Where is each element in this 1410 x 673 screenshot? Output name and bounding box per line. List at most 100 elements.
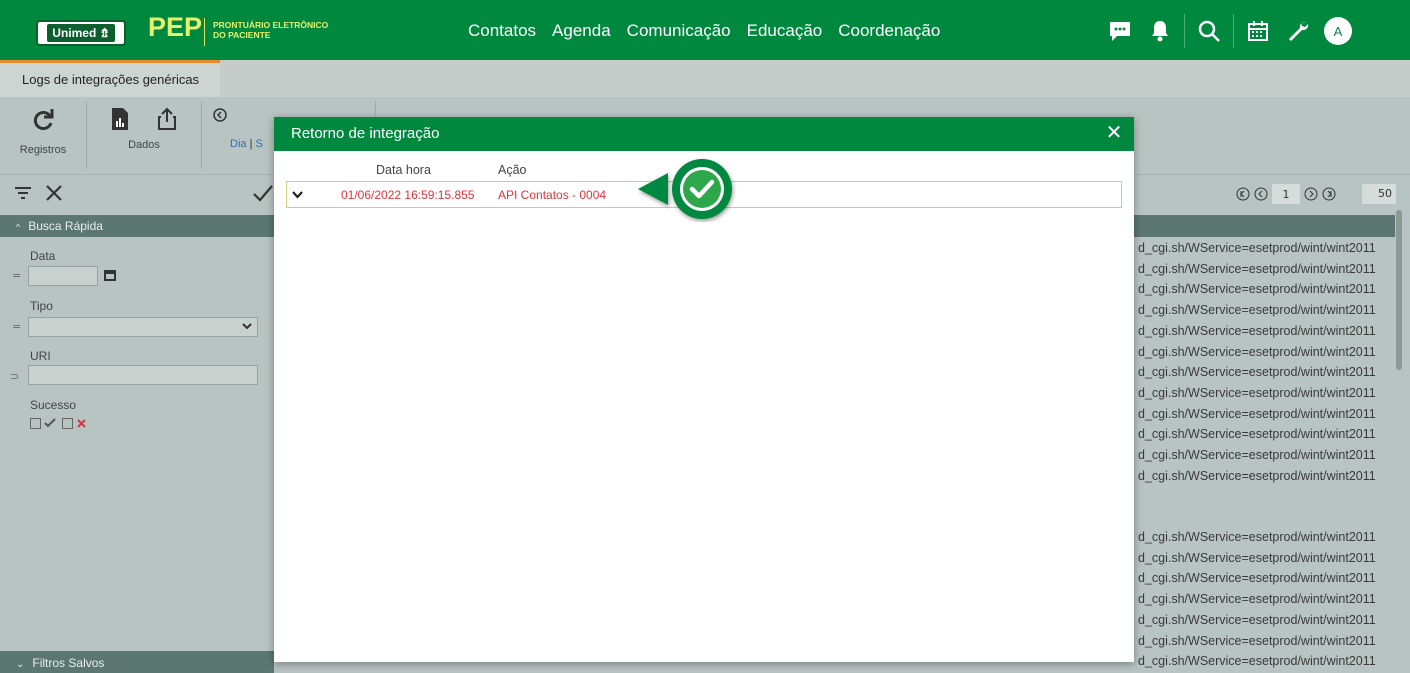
main-nav: Contatos Agenda Comunicação Educação Coo… [468, 21, 940, 41]
tipo-operator[interactable]: = [12, 320, 21, 333]
uri-cell: d_cgi.sh/WService=esetprod/wint/wint2011 [1138, 385, 1376, 400]
unimed-logo-text: Unimed ⇯ [47, 24, 115, 42]
uri-cell: d_cgi.sh/WService=esetprod/wint/wint2011 [1138, 654, 1376, 669]
chevron-down-icon: ⌄ [16, 659, 25, 670]
period-group: Dia | S [212, 107, 274, 150]
nav-contatos[interactable]: Contatos [468, 21, 536, 41]
tab-logs-integracoes[interactable]: Logs de integrações genéricas [0, 60, 220, 97]
grid-scrollbar[interactable] [1396, 210, 1402, 370]
uri-label: URI [30, 349, 51, 363]
toolbar-divider [201, 101, 202, 169]
calendar-picker-icon[interactable] [103, 268, 117, 285]
toolbar-divider [86, 101, 87, 169]
x-icon [77, 418, 86, 428]
uri-cell: d_cgi.sh/WService=esetprod/wint/wint2011 [1138, 406, 1376, 421]
nav-agenda[interactable]: Agenda [552, 21, 611, 41]
uri-cell: d_cgi.sh/WService=esetprod/wint/wint2011 [1138, 592, 1376, 607]
tipo-label: Tipo [30, 299, 53, 313]
success-callout [632, 156, 740, 222]
last-page-icon[interactable] [1322, 187, 1336, 201]
icon-divider [1184, 14, 1185, 48]
clear-filter-icon[interactable] [44, 183, 64, 206]
check-icon [44, 418, 56, 428]
col-header-action[interactable]: Ação [498, 163, 527, 177]
saved-filters-header[interactable]: ⌄ Filtros Salvos [0, 651, 274, 673]
filter-icon[interactable] [14, 185, 32, 204]
wrench-icon[interactable] [1281, 14, 1315, 48]
top-icon-bar: A [1100, 14, 1358, 48]
app-name: PEP [148, 12, 203, 42]
registros-label: Registros [19, 144, 67, 156]
uri-input[interactable] [28, 365, 258, 385]
first-page-icon[interactable] [1236, 187, 1250, 201]
tipo-select[interactable] [28, 317, 258, 337]
period-dia[interactable]: Dia [230, 138, 247, 150]
data-input[interactable] [28, 266, 98, 286]
pager: 1 [1236, 184, 1336, 204]
icon-divider [1233, 14, 1234, 48]
uri-cell: d_cgi.sh/WService=esetprod/wint/wint2011 [1138, 241, 1376, 255]
uri-cell: d_cgi.sh/WService=esetprod/wint/wint2011 [1138, 323, 1376, 338]
sucesso-label: Sucesso [30, 398, 77, 412]
uri-cell: d_cgi.sh/WService=esetprod/wint/wint2011 [1138, 344, 1376, 359]
spreadsheet-icon[interactable] [110, 107, 130, 131]
per-page-select[interactable]: 50 [1362, 184, 1396, 204]
uri-cell: d_cgi.sh/WService=esetprod/wint/wint2011 [1138, 427, 1376, 442]
page-number[interactable]: 1 [1272, 184, 1300, 204]
chevron-down-icon[interactable] [292, 189, 303, 203]
top-navbar: Unimed ⇯ PEP PRONTUÁRIO ELETRÔNICO DO PA… [0, 0, 1410, 60]
uri-cell: d_cgi.sh/WService=esetprod/wint/wint2011 [1138, 612, 1376, 627]
search-icon[interactable] [1192, 14, 1226, 48]
row-action: API Contatos - 0004 [498, 188, 607, 202]
data-label: Data [30, 249, 56, 263]
sucesso-options [30, 417, 87, 429]
user-avatar[interactable]: A [1321, 14, 1355, 48]
check-circle-icon [638, 159, 732, 219]
uri-cell: d_cgi.sh/WService=esetprod/wint/wint2011 [1138, 303, 1376, 318]
app-subtitle: PRONTUÁRIO ELETRÔNICO DO PACIENTE [213, 20, 329, 40]
unimed-logo[interactable]: Unimed ⇯ [36, 20, 126, 46]
tab-row: Logs de integrações genéricas [0, 60, 1410, 97]
calendar-icon[interactable] [1241, 14, 1275, 48]
nav-coordenacao[interactable]: Coordenação [838, 21, 940, 41]
chat-icon[interactable] [1103, 14, 1137, 48]
clock-icon[interactable] [212, 107, 228, 123]
uri-cell: d_cgi.sh/WService=esetprod/wint/wint2011 [1138, 550, 1376, 565]
dados-label: Dados [128, 139, 160, 151]
uri-cell: d_cgi.sh/WService=esetprod/wint/wint2011 [1138, 530, 1376, 544]
uri-cell: d_cgi.sh/WService=esetprod/wint/wint2011 [1138, 261, 1376, 276]
uri-cell: d_cgi.sh/WService=esetprod/wint/wint2011 [1138, 448, 1376, 462]
modal-header: Retorno de integração ✕ [274, 117, 1134, 151]
export-icon[interactable] [156, 107, 178, 131]
registros-button[interactable]: Registros [14, 107, 72, 156]
row-datetime: 01/06/2022 16:59:15.855 [341, 188, 475, 202]
close-icon[interactable]: ✕ [1102, 121, 1126, 145]
uri-cell: d_cgi.sh/WService=esetprod/wint/wint2011 [1138, 282, 1376, 297]
chevron-up-icon: ^ [16, 222, 21, 232]
failure-checkbox[interactable] [62, 417, 73, 429]
uri-cell: d_cgi.sh/WService=esetprod/wint/wint2011 [1138, 468, 1376, 483]
next-page-icon[interactable] [1304, 187, 1318, 201]
quick-search-header[interactable]: ^ Busca Rápida [0, 215, 274, 237]
uri-cell: d_cgi.sh/WService=esetprod/wint/wint2011 [1138, 571, 1376, 586]
prev-page-icon[interactable] [1254, 187, 1268, 201]
avatar-letter: A [1324, 17, 1352, 45]
success-checkbox[interactable] [30, 417, 41, 429]
nav-comunicacao[interactable]: Comunicação [627, 21, 731, 41]
filter-panel: ^ Busca Rápida Data = Tipo = URI ⊃ Sucess… [0, 215, 274, 673]
chevron-down-icon [242, 320, 252, 334]
col-header-datetime[interactable]: Data hora [376, 163, 431, 177]
uri-cell: d_cgi.sh/WService=esetprod/wint/wint2011 [1138, 365, 1376, 380]
period-separator: | [249, 138, 253, 150]
period-next[interactable]: S [256, 138, 263, 150]
uri-cell: d_cgi.sh/WService=esetprod/wint/wint2011 [1138, 633, 1376, 648]
refresh-icon [33, 109, 54, 130]
data-operator[interactable]: = [12, 269, 21, 282]
apply-filter-icon[interactable] [252, 183, 274, 206]
uri-operator[interactable]: ⊃ [10, 370, 19, 383]
nav-educacao[interactable]: Educação [747, 21, 823, 41]
modal-title: Retorno de integração [291, 125, 440, 142]
dados-group: Dados [98, 107, 190, 151]
bell-icon[interactable] [1143, 14, 1177, 48]
logo-divider [204, 18, 205, 46]
